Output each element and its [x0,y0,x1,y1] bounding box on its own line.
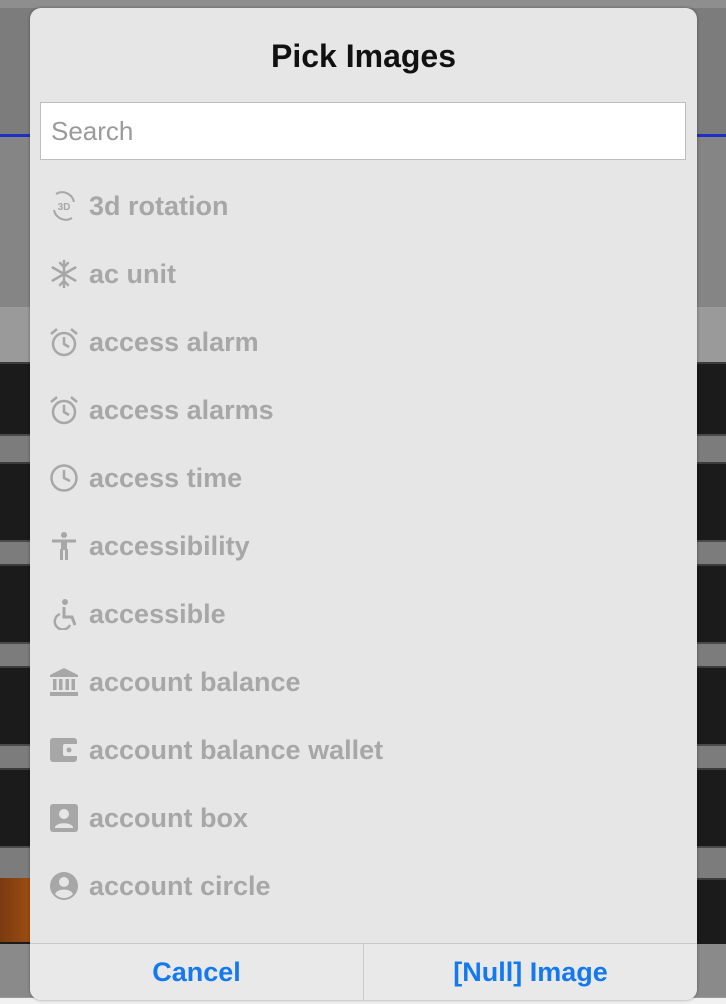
list-item-access-alarms[interactable]: access alarms [30,376,697,444]
list-item-label: access time [89,462,243,493]
cancel-button[interactable]: Cancel [30,944,363,1000]
list-item-accessibility[interactable]: accessibility [30,512,697,580]
bank-icon [48,666,80,698]
wheelchair-icon [48,598,80,630]
accessibility-icon [48,530,80,562]
account-box-icon [48,802,80,834]
pick-images-dialog: Pick Images 3D 3d rotation ac unit acces… [30,8,697,1000]
alarm-icon [48,326,80,358]
list-item-access-alarm[interactable]: access alarm [30,308,697,376]
list-item-access-time[interactable]: access time [30,444,697,512]
alarms-icon [48,394,80,426]
svg-text:3D: 3D [58,202,71,213]
list-item-label: account balance [89,666,301,697]
account-circle-icon [48,870,80,902]
list-item-3d-rotation[interactable]: 3D 3d rotation [30,172,697,240]
list-item-account-circle[interactable]: account circle [30,852,697,920]
wallet-icon [48,734,80,766]
list-item-account-balance-wallet[interactable]: account balance wallet [30,716,697,784]
clock-icon [48,462,80,494]
list-item-label: access alarms [89,394,274,425]
list-item-label: ac unit [89,258,177,289]
list-item-label: access alarm [89,326,259,357]
list-item-account-balance[interactable]: account balance [30,648,697,716]
ac-unit-icon [48,258,80,290]
list-item-label: accessible [89,598,226,629]
dialog-footer: Cancel [Null] Image [30,943,697,1000]
background-thumbnail [0,878,34,942]
list-item-label: account circle [89,870,271,901]
null-image-button[interactable]: [Null] Image [364,944,697,1000]
image-list[interactable]: 3D 3d rotation ac unit access alarm acce… [30,172,697,944]
list-item-label: account box [89,802,249,833]
list-item-label: account balance wallet [89,734,384,765]
list-item-accessible[interactable]: accessible [30,580,697,648]
list-item-account-box[interactable]: account box [30,784,697,852]
list-item-label: accessibility [89,530,250,561]
list-item-label: 3d rotation [89,190,229,221]
search-input[interactable] [40,102,686,160]
background-top-bar [0,0,726,8]
3d-rotation-icon: 3D [48,190,80,222]
list-item-ac-unit[interactable]: ac unit [30,240,697,308]
dialog-title: Pick Images [271,38,456,74]
